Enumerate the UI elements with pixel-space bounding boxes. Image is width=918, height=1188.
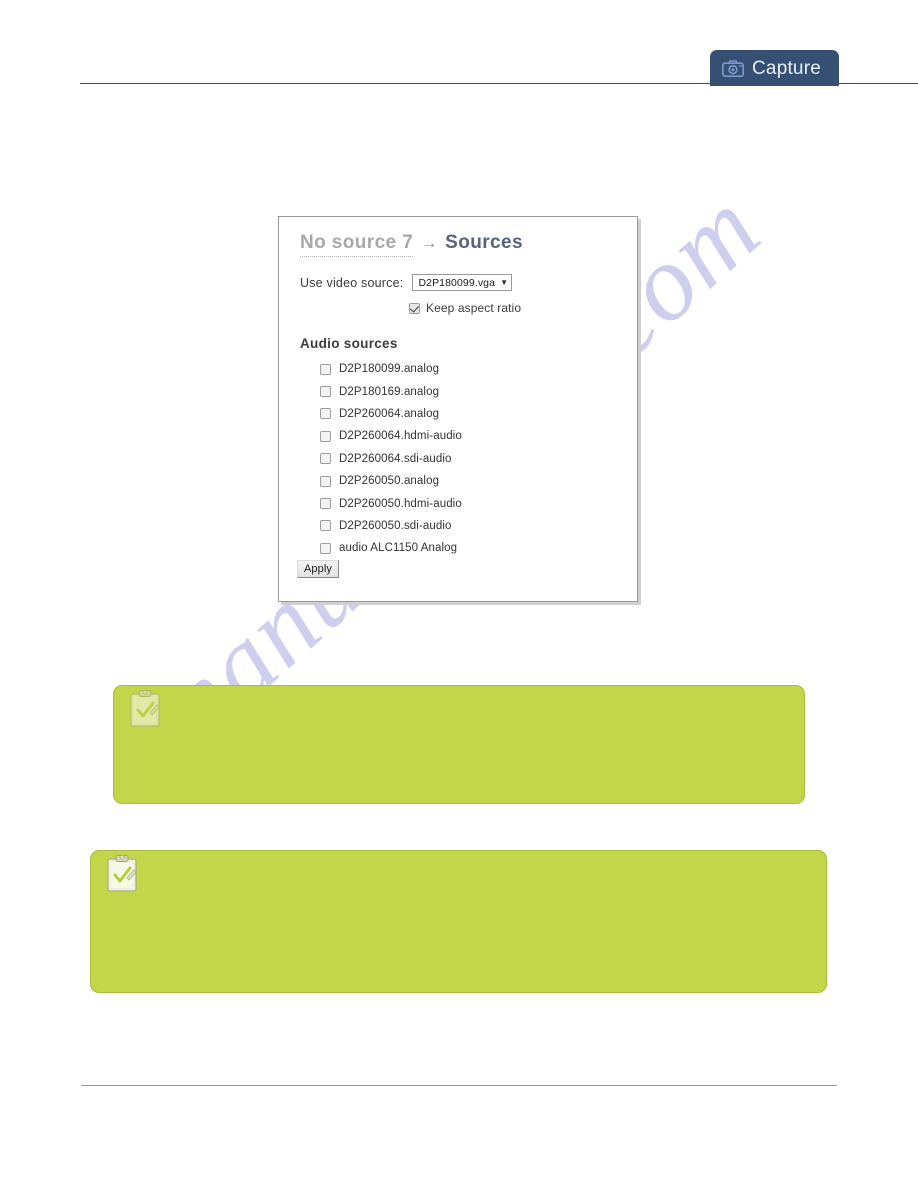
audio-source-item[interactable]: D2P180099.analog xyxy=(320,358,620,380)
audio-sources-heading: Audio sources xyxy=(300,336,398,351)
audio-sources-list: D2P180099.analog D2P180169.analog D2P26006… xyxy=(320,358,620,560)
audio-source-checkbox[interactable] xyxy=(320,453,331,465)
audio-source-label: D2P260050.sdi-audio xyxy=(339,519,452,532)
audio-source-item[interactable]: D2P260050.sdi-audio xyxy=(320,515,620,537)
audio-source-item[interactable]: D2P180169.analog xyxy=(320,380,620,402)
audio-source-checkbox[interactable] xyxy=(320,520,331,532)
audio-source-item[interactable]: D2P260050.hdmi-audio xyxy=(320,492,620,514)
footer-divider xyxy=(81,1085,837,1086)
breadcrumb: No source 7 → Sources xyxy=(300,232,523,257)
note-text xyxy=(176,698,788,793)
chevron-down-icon: ▼ xyxy=(500,277,509,287)
audio-source-item[interactable]: audio ALC1150 Analog xyxy=(320,537,620,559)
capture-tab-label: Capture xyxy=(752,57,821,79)
audio-source-label: D2P260064.sdi-audio xyxy=(339,452,452,465)
audio-source-checkbox[interactable] xyxy=(320,408,331,420)
note-box xyxy=(90,850,827,993)
audio-source-label: D2P260064.analog xyxy=(339,407,440,420)
audio-source-checkbox[interactable] xyxy=(320,363,331,375)
audio-source-item[interactable]: D2P260064.sdi-audio xyxy=(320,448,620,470)
video-source-label: Use video source: xyxy=(300,275,404,290)
audio-source-checkbox[interactable] xyxy=(320,498,331,510)
breadcrumb-current: Sources xyxy=(445,232,523,253)
breadcrumb-previous[interactable]: No source 7 xyxy=(300,232,414,257)
note-text xyxy=(153,863,810,982)
audio-source-checkbox[interactable] xyxy=(320,475,331,487)
apply-button[interactable]: Apply xyxy=(297,560,340,578)
video-source-select[interactable]: D2P180099.vga ▼ xyxy=(412,274,513,291)
note-box xyxy=(113,685,805,804)
audio-source-label: D2P260050.analog xyxy=(339,475,440,488)
audio-source-checkbox[interactable] xyxy=(320,542,331,554)
clipboard-check-icon xyxy=(128,689,162,729)
audio-source-item[interactable]: D2P260064.analog xyxy=(320,403,620,425)
audio-source-label: D2P180169.analog xyxy=(339,385,440,398)
audio-source-item[interactable]: D2P260064.hdmi-audio xyxy=(320,425,620,447)
audio-source-item[interactable]: D2P260050.analog xyxy=(320,470,620,492)
sources-settings-panel: No source 7 → Sources Use video source: … xyxy=(278,216,638,602)
video-source-row: Use video source: D2P180099.vga ▼ xyxy=(300,274,513,291)
audio-source-label: D2P260050.hdmi-audio xyxy=(339,497,462,510)
breadcrumb-arrow-icon: → xyxy=(421,235,438,252)
keep-aspect-ratio-checkbox[interactable] xyxy=(409,302,420,314)
keep-aspect-ratio-label: Keep aspect ratio xyxy=(426,301,522,315)
audio-source-label: D2P260064.hdmi-audio xyxy=(339,430,462,443)
camera-icon xyxy=(722,59,744,77)
capture-tab[interactable]: Capture xyxy=(710,50,839,86)
clipboard-check-icon xyxy=(105,854,139,894)
video-source-selected-value: D2P180099.vga xyxy=(418,276,496,289)
keep-aspect-ratio-row[interactable]: Keep aspect ratio xyxy=(409,301,521,315)
audio-source-label: D2P180099.analog xyxy=(339,363,440,376)
audio-source-checkbox[interactable] xyxy=(320,386,331,398)
audio-source-checkbox[interactable] xyxy=(320,430,331,442)
audio-source-label: audio ALC1150 Analog xyxy=(339,542,458,555)
